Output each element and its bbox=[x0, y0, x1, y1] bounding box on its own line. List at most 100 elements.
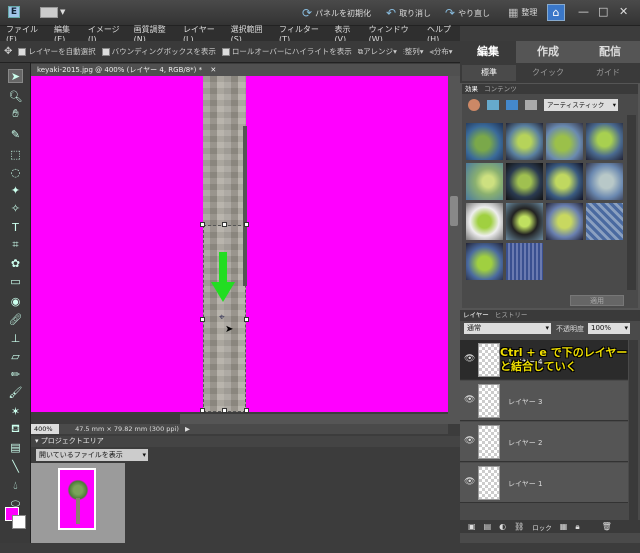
tab-edit[interactable]: 編集 bbox=[460, 41, 516, 63]
straighten-tool-icon[interactable]: ▭ bbox=[8, 274, 23, 288]
auto-select-checkbox[interactable]: レイヤーを自動選択 bbox=[18, 46, 96, 57]
transform-handle-top-middle[interactable] bbox=[222, 222, 227, 227]
subtab-standard[interactable]: 標準 bbox=[462, 65, 516, 81]
move-tool-icon[interactable]: ➤ bbox=[8, 69, 23, 83]
effect-thumb-8[interactable] bbox=[586, 163, 623, 200]
smart-brush-tool-icon[interactable]: ✶ bbox=[8, 404, 23, 418]
effect-thumb-9[interactable] bbox=[466, 203, 503, 240]
effect-thumb-6[interactable] bbox=[506, 163, 543, 200]
transform-handle-bottom-left[interactable] bbox=[200, 408, 205, 413]
visibility-eye-icon[interactable]: 👁︎ bbox=[464, 354, 475, 364]
new-group-icon[interactable]: ▤ bbox=[484, 522, 492, 531]
lock-all-icon[interactable]: 🔒︎ bbox=[575, 522, 579, 532]
all-effects-icon[interactable] bbox=[525, 100, 537, 110]
transform-handle-top-right[interactable] bbox=[244, 222, 249, 227]
align-button[interactable]: ⫶整列▾ bbox=[403, 46, 424, 57]
tab-create[interactable]: 作成 bbox=[518, 41, 578, 63]
layer-row[interactable]: 👁︎ レイヤー 3 bbox=[460, 381, 628, 421]
opacity-field[interactable]: 100% ▾ bbox=[588, 323, 630, 334]
hand-tool-icon[interactable]: ✋︎ bbox=[8, 107, 23, 121]
adjustment-layer-icon[interactable]: ◐ bbox=[499, 522, 506, 531]
rollover-checkbox[interactable]: ロールオーバーにハイライトを表示 bbox=[221, 46, 352, 57]
background-color-swatch[interactable] bbox=[12, 515, 26, 529]
effect-thumb-3[interactable] bbox=[546, 123, 583, 160]
workspace-menu-icon[interactable] bbox=[40, 7, 58, 18]
healing-brush-tool-icon[interactable]: 🩹︎ bbox=[8, 312, 23, 326]
effect-thumb-7[interactable] bbox=[546, 163, 583, 200]
eyedropper-tool-icon[interactable]: ✎ bbox=[8, 127, 23, 141]
layer-row[interactable]: 👁︎ レイヤー 2 bbox=[460, 422, 628, 462]
document-tab[interactable]: keyaki-2015.jpg @ 400% (レイヤー 4, RGB/8*) … bbox=[31, 64, 460, 76]
zoom-level[interactable]: 400% bbox=[31, 424, 59, 434]
effect-thumb-4[interactable] bbox=[586, 123, 623, 160]
effects-scrollbar[interactable] bbox=[627, 115, 636, 290]
redo-button[interactable]: ↷ やり直し bbox=[445, 6, 490, 20]
tab-effects[interactable]: 効果 bbox=[465, 85, 478, 93]
photo-effects-icon[interactable] bbox=[506, 100, 518, 110]
layers-scrollbar[interactable] bbox=[629, 340, 638, 522]
maximize-button[interactable]: □ bbox=[598, 5, 608, 18]
bounding-box-checkbox[interactable]: バウンディングボックスを表示 bbox=[101, 46, 216, 57]
lasso-tool-icon[interactable]: ◌ bbox=[8, 165, 23, 179]
quick-selection-tool-icon[interactable]: ✧ bbox=[8, 201, 23, 215]
project-filter-dropdown[interactable]: 開いているファイルを表示 ▾ bbox=[36, 449, 148, 461]
effect-thumb-2[interactable] bbox=[506, 123, 543, 160]
effect-thumb-1[interactable] bbox=[466, 123, 503, 160]
tab-share[interactable]: 配信 bbox=[580, 41, 640, 63]
effect-thumb-12[interactable] bbox=[586, 203, 623, 240]
new-layer-icon[interactable]: ▣ bbox=[468, 522, 476, 531]
tab-history[interactable]: ヒストリー bbox=[495, 311, 528, 319]
marquee-tool-icon[interactable]: ⬚ bbox=[8, 147, 23, 161]
effect-thumb-14[interactable] bbox=[506, 243, 543, 280]
transform-handle-bottom-middle[interactable] bbox=[222, 408, 227, 413]
blur-tool-icon[interactable]: 💧︎ bbox=[8, 479, 23, 493]
effect-thumb-11[interactable] bbox=[546, 203, 583, 240]
crop-tool-icon[interactable]: ⌗ bbox=[8, 238, 23, 252]
transform-handle-middle-left[interactable] bbox=[200, 317, 205, 322]
brush-tool-icon[interactable]: 🖌︎ bbox=[8, 385, 23, 399]
horizontal-scrollbar[interactable] bbox=[180, 414, 448, 424]
arrange-button[interactable]: ⧉アレンジ▾ bbox=[358, 46, 397, 57]
transform-handle-bottom-right[interactable] bbox=[244, 408, 249, 413]
clone-stamp-tool-icon[interactable]: ⊥ bbox=[8, 331, 23, 345]
eraser-tool-icon[interactable]: ▱ bbox=[8, 349, 23, 363]
tab-content[interactable]: コンテンツ bbox=[484, 85, 517, 93]
distribute-button[interactable]: ⫷分布▾ bbox=[429, 46, 452, 57]
status-arrow-icon[interactable]: ▶ bbox=[185, 425, 190, 433]
subtab-quick[interactable]: クイック bbox=[520, 65, 576, 81]
blend-mode-dropdown[interactable]: 通常 ▾ bbox=[464, 323, 551, 334]
delete-layer-icon[interactable]: 🗑︎ bbox=[602, 522, 612, 531]
shape-tool-icon[interactable]: ╲ bbox=[8, 459, 23, 473]
layer-row[interactable]: 👁︎ レイヤー 1 bbox=[460, 463, 628, 503]
minimize-button[interactable]: — bbox=[578, 5, 589, 18]
effects-category-dropdown[interactable]: アーティスティック ▾ bbox=[544, 99, 618, 111]
visibility-eye-icon[interactable]: 👁︎ bbox=[464, 436, 475, 446]
undo-button[interactable]: ↶ 取り消し bbox=[386, 6, 431, 20]
reset-panels-button[interactable]: ⟳ パネルを初期化 bbox=[302, 6, 371, 20]
scrollbar-thumb[interactable] bbox=[450, 196, 458, 226]
organize-button[interactable]: ▦ 整理 bbox=[508, 6, 537, 19]
magic-wand-tool-icon[interactable]: ✦ bbox=[8, 183, 23, 197]
home-button[interactable]: ⌂ bbox=[547, 4, 565, 21]
layer-styles-icon[interactable] bbox=[468, 99, 480, 111]
vertical-scrollbar[interactable] bbox=[448, 76, 460, 424]
type-tool-icon[interactable]: T bbox=[8, 220, 23, 234]
effect-thumb-13[interactable] bbox=[466, 243, 503, 280]
transform-handle-middle-right[interactable] bbox=[244, 317, 249, 322]
paint-bucket-tool-icon[interactable]: ⛾ bbox=[8, 422, 23, 436]
workspace-dropdown-chevron-icon[interactable]: ▼ bbox=[60, 8, 65, 16]
zoom-tool-icon[interactable]: 🔍︎ bbox=[8, 89, 23, 103]
subtab-guide[interactable]: ガイド bbox=[580, 65, 636, 81]
lock-transparency-icon[interactable]: ▦ bbox=[560, 522, 568, 531]
close-document-icon[interactable]: ✕ bbox=[210, 66, 216, 74]
cookie-cutter-tool-icon[interactable]: ✿ bbox=[8, 256, 23, 270]
pencil-tool-icon[interactable]: ✏︎ bbox=[8, 367, 23, 381]
gradient-tool-icon[interactable]: ▤ bbox=[8, 440, 23, 454]
link-layers-icon[interactable]: ⛓︎ bbox=[514, 522, 524, 531]
project-thumbnail[interactable] bbox=[58, 468, 96, 530]
red-eye-tool-icon[interactable]: ◉ bbox=[8, 294, 23, 308]
tab-layers[interactable]: レイヤー bbox=[463, 311, 489, 319]
effect-thumb-5[interactable] bbox=[466, 163, 503, 200]
filters-icon[interactable] bbox=[487, 100, 499, 110]
visibility-eye-icon[interactable]: 👁︎ bbox=[464, 395, 475, 405]
